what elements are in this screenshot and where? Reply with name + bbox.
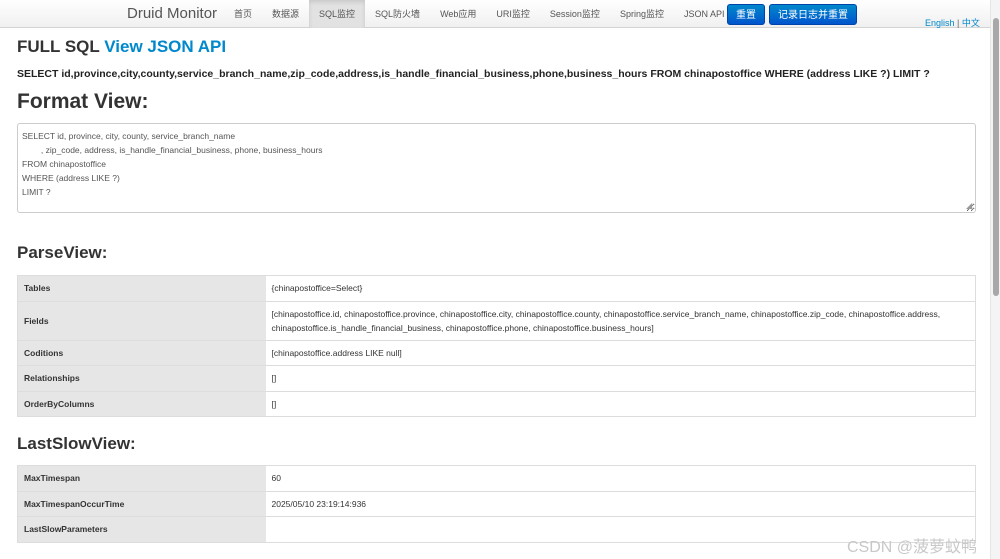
- row-key: Relationships: [17, 365, 266, 391]
- nav-item-web-app[interactable]: Web应用: [430, 0, 486, 28]
- row-value: []: [265, 365, 976, 391]
- reset-button[interactable]: 重置: [727, 4, 765, 25]
- table-row: Fields [chinapostoffice.id, chinapostoff…: [17, 300, 976, 340]
- row-key: LastSlowParameters: [17, 516, 266, 542]
- full-sql-label: FULL SQL: [17, 37, 100, 56]
- row-value: 2025/05/10 23:19:14:936: [265, 490, 976, 517]
- last-slow-view-heading: LastSlowView:: [17, 434, 136, 453]
- row-key: MaxTimespanOccurTime: [17, 490, 266, 517]
- scrollbar-thumb[interactable]: [993, 18, 999, 296]
- table-row: LastSlowParameters: [17, 516, 976, 542]
- nav-item-sql-firewall[interactable]: SQL防火墙: [365, 0, 430, 28]
- parse-view-heading: ParseView:: [17, 243, 108, 262]
- watermark: CSDN @菠萝蚊鸭: [847, 539, 978, 556]
- page-scrollbar[interactable]: [990, 0, 1000, 559]
- row-key: Tables: [17, 275, 266, 301]
- format-view-textarea[interactable]: SELECT id, province, city, county, servi…: [17, 123, 976, 213]
- row-key: Fields: [17, 300, 266, 340]
- nav-item-json-api[interactable]: JSON API: [674, 0, 735, 28]
- table-row: Tables {chinapostoffice=Select}: [17, 275, 976, 301]
- nav-item-uri-monitor[interactable]: URI监控: [486, 0, 540, 28]
- lang-english-link[interactable]: English: [925, 18, 955, 28]
- top-navbar: Druid Monitor 首页 数据源 SQL监控 SQL防火墙 Web应用 …: [0, 0, 990, 28]
- resize-grip-icon[interactable]: ◢: [966, 202, 974, 210]
- table-row: MaxTimespanOccurTime 2025/05/10 23:19:14…: [17, 490, 976, 517]
- table-row: Coditions [chinapostoffice.address LIKE …: [17, 339, 976, 366]
- nav-item-home[interactable]: 首页: [224, 0, 262, 28]
- row-key: MaxTimespan: [17, 465, 266, 491]
- row-value: {chinapostoffice=Select}: [265, 275, 976, 301]
- row-value: []: [265, 390, 976, 417]
- format-view-heading: Format View:: [17, 90, 149, 113]
- row-value: [chinapostoffice.address LIKE null]: [265, 339, 976, 366]
- language-switch: English | 中文: [925, 16, 980, 29]
- parse-view-table: Tables {chinapostoffice=Select} Fields […: [17, 275, 976, 417]
- table-row: Relationships []: [17, 365, 976, 391]
- nav-item-session-monitor[interactable]: Session监控: [540, 0, 610, 28]
- row-value: 60: [265, 465, 976, 491]
- nav-item-sql-monitor[interactable]: SQL监控: [309, 0, 366, 28]
- lang-chinese-link[interactable]: 中文: [962, 18, 980, 28]
- lang-separator: |: [957, 18, 960, 28]
- nav-item-datasource[interactable]: 数据源: [262, 0, 309, 28]
- main-nav: 首页 数据源 SQL监控 SQL防火墙 Web应用 URI监控 Session监…: [224, 0, 734, 28]
- row-key: OrderByColumns: [17, 390, 266, 417]
- log-and-reset-button[interactable]: 记录日志并重置: [769, 4, 857, 25]
- last-slow-view-table: MaxTimespan 60 MaxTimespanOccurTime 2025…: [17, 465, 976, 543]
- full-sql-text: SELECT id,province,city,county,service_b…: [17, 68, 930, 80]
- row-value: [chinapostoffice.id, chinapostoffice.pro…: [265, 300, 976, 340]
- full-sql-title: FULL SQL View JSON API: [17, 37, 226, 57]
- brand-title[interactable]: Druid Monitor: [127, 5, 217, 22]
- view-json-api-link[interactable]: View JSON API: [104, 37, 226, 56]
- table-row: OrderByColumns []: [17, 390, 976, 417]
- table-row: MaxTimespan 60: [17, 465, 976, 491]
- nav-item-spring-monitor[interactable]: Spring监控: [610, 0, 674, 28]
- row-key: Coditions: [17, 339, 266, 366]
